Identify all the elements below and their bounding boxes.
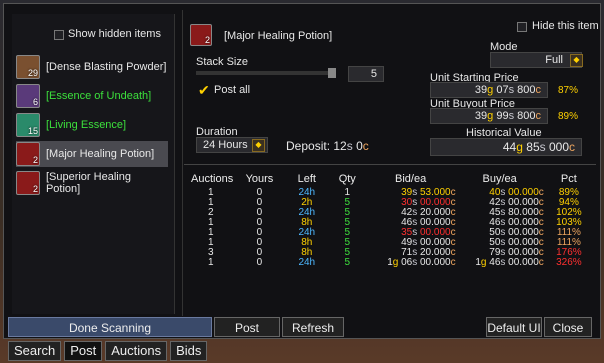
refresh-button[interactable]: Refresh <box>282 317 344 337</box>
mode-dropdown-arrow-icon[interactable]: ◆ <box>570 54 583 67</box>
tab-bids[interactable]: Bids <box>170 341 208 361</box>
deposit-label: Deposit: 12s 0c <box>286 139 369 153</box>
post-all-label: Post all <box>214 84 251 96</box>
item-name: [Dense Blasting Powder] <box>46 61 167 73</box>
item-name: [Major Healing Potion] <box>46 148 155 160</box>
done-scanning-button[interactable]: Done Scanning <box>8 317 212 337</box>
table-header-row: Auctions Yours Left Qty Bid/ea Buy/ea Pc… <box>190 170 594 188</box>
auction-results-table: Auctions Yours Left Qty Bid/ea Buy/ea Pc… <box>190 170 594 268</box>
auction-window: Show hidden items 29 [Dense Blasting Powd… <box>3 3 601 339</box>
stack-size-input[interactable]: 5 <box>348 66 384 82</box>
unit-buyout-price-pct: 89% <box>558 111 579 122</box>
stack-size-slider[interactable] <box>196 68 336 78</box>
list-item[interactable]: 2 [Superior Healing Potion] <box>16 170 168 196</box>
essence-undeath-icon: 6 <box>16 84 40 108</box>
show-hidden-label: Show hidden items <box>68 28 161 40</box>
cell-qty: 5 <box>344 257 351 268</box>
item-name: [Superior Healing Potion] <box>45 171 131 195</box>
hide-item-checkbox[interactable] <box>517 22 527 32</box>
show-hidden-checkbox[interactable] <box>54 30 64 40</box>
col-left[interactable]: Left <box>285 170 329 188</box>
cell-auctions: 1 <box>208 257 214 268</box>
panel-divider <box>182 10 183 316</box>
cell-yours: 0 <box>256 257 263 268</box>
blasting-powder-icon: 29 <box>16 55 40 79</box>
tab-search[interactable]: Search <box>8 341 62 361</box>
slider-thumb[interactable] <box>328 68 336 78</box>
historical-value-display: 44g 85s 000c <box>430 138 582 156</box>
col-bid[interactable]: Bid/ea <box>366 170 456 188</box>
hide-item-label: Hide this item <box>532 20 599 32</box>
cell-left: 24h <box>298 257 316 268</box>
col-yours[interactable]: Yours <box>234 170 284 188</box>
col-pct[interactable]: Pct <box>544 170 594 188</box>
divider <box>184 164 596 165</box>
list-item[interactable]: 29 [Dense Blasting Powder] <box>16 54 168 80</box>
default-ui-button[interactable]: Default UI <box>486 317 542 337</box>
duration-dropdown-arrow-icon[interactable]: ◆ <box>252 139 265 152</box>
unit-buyout-price-input[interactable]: 39g 99s 800c <box>430 108 548 124</box>
cell-buy: 1g 46s 00.000c <box>475 257 544 268</box>
item-name: [Essence of Undeath] <box>46 90 152 102</box>
unit-starting-price-input[interactable]: 39g 07s 800c <box>430 82 548 98</box>
post-button[interactable]: Post <box>214 317 280 337</box>
potion-icon: 2 <box>190 24 212 46</box>
item-name: [Living Essence] <box>46 119 127 131</box>
stack-size-label: Stack Size <box>196 56 248 68</box>
tab-auctions[interactable]: Auctions <box>105 341 168 361</box>
list-item[interactable]: 2 [Major Healing Potion] <box>16 141 168 167</box>
list-item[interactable]: 15 [Living Essence] <box>16 112 168 138</box>
potion-icon: 2 <box>16 142 40 166</box>
list-item[interactable]: 6 [Essence of Undeath] <box>16 83 168 109</box>
close-button[interactable]: Close <box>544 317 592 337</box>
post-settings-panel: 2 [Major Healing Potion] Hide this item … <box>184 14 599 314</box>
col-auctions[interactable]: Auctions <box>190 170 234 188</box>
post-all-check-icon[interactable]: ✔ <box>198 82 210 99</box>
cell-pct: 326% <box>556 257 582 268</box>
cell-bid: 1g 06s 00.000c <box>387 257 456 268</box>
potion-icon: 2 <box>16 171 40 195</box>
tab-post[interactable]: Post <box>64 341 103 361</box>
mode-dropdown[interactable]: Full <box>490 52 582 68</box>
table-row[interactable]: 1 0 24h 5 1g 06s 00.000c 1g 46s 00.000c 326% <box>190 258 594 268</box>
col-qty[interactable]: Qty <box>329 170 366 188</box>
item-title: [Major Healing Potion] <box>224 30 333 42</box>
living-essence-icon: 15 <box>16 113 40 137</box>
unit-starting-price-pct: 87% <box>558 85 579 96</box>
col-buy[interactable]: Buy/ea <box>456 170 544 188</box>
auction-tabs: Search Post Auctions Bids <box>8 341 210 361</box>
